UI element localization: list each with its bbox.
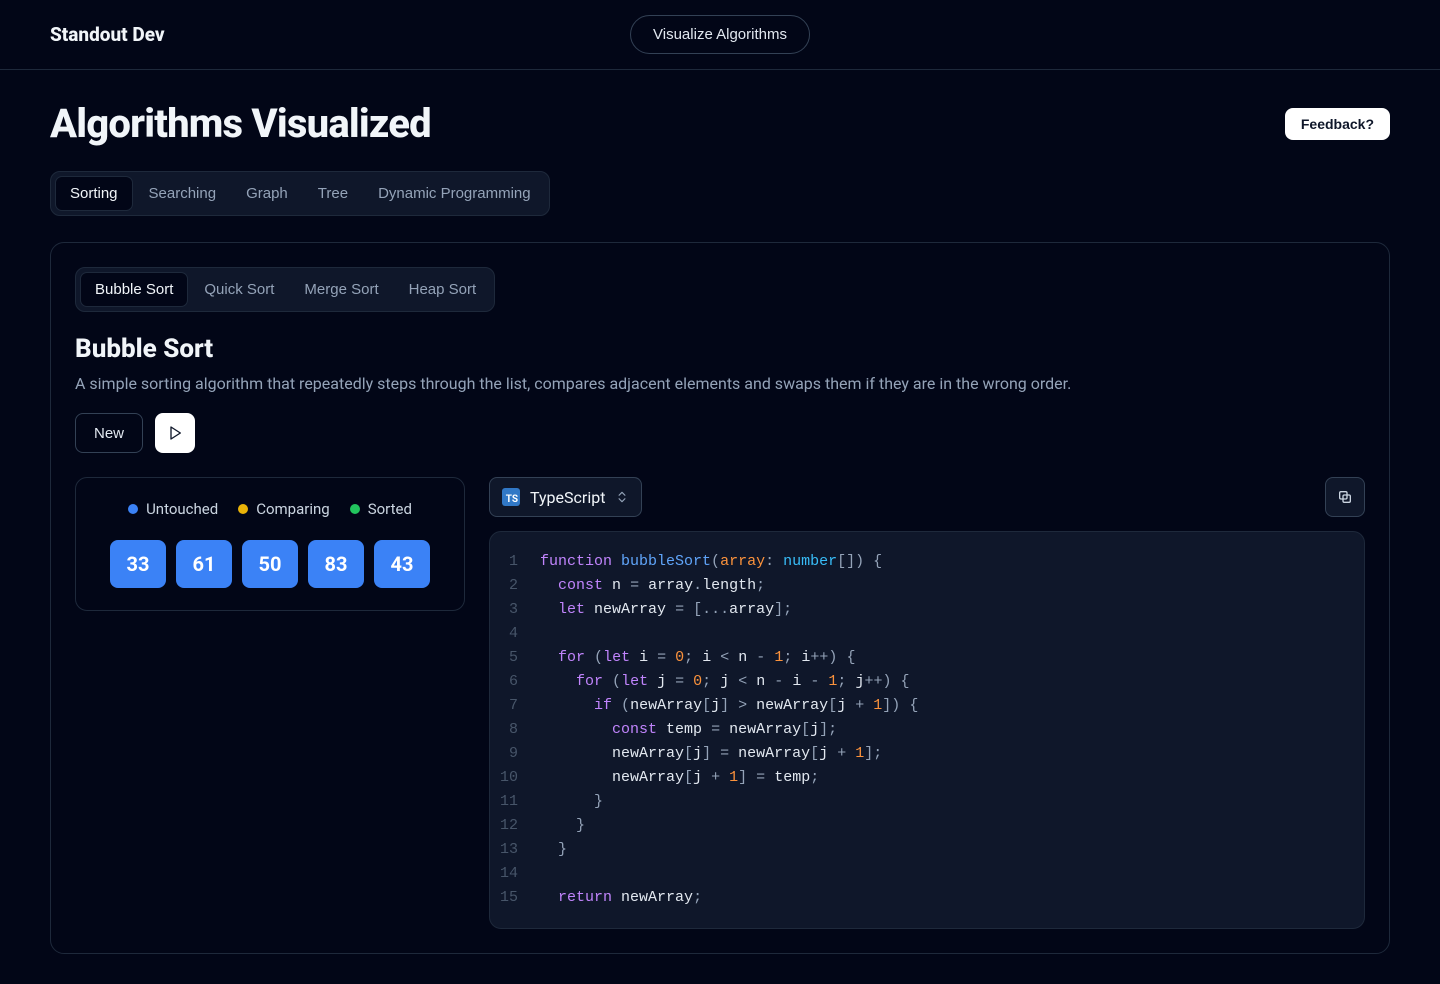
chevron-up-down-icon: [615, 490, 629, 504]
code-line: 11 }: [490, 790, 1364, 814]
tab-tree[interactable]: Tree: [304, 176, 362, 211]
code-content: const temp = newArray[j];: [540, 718, 837, 742]
tab-merge-sort[interactable]: Merge Sort: [290, 272, 392, 307]
code-line: 12 }: [490, 814, 1364, 838]
visualize-algorithms-button[interactable]: Visualize Algorithms: [630, 15, 810, 54]
tab-quick-sort[interactable]: Quick Sort: [190, 272, 288, 307]
array-cell: 83: [308, 540, 364, 588]
line-number: 3: [490, 598, 540, 622]
code-line: 2 const n = array.length;: [490, 574, 1364, 598]
line-number: 1: [490, 550, 540, 574]
code-line: 9 newArray[j] = newArray[j + 1];: [490, 742, 1364, 766]
code-line: 5 for (let i = 0; i < n - 1; i++) {: [490, 646, 1364, 670]
code-content: }: [540, 814, 585, 838]
code-content: newArray[j] = newArray[j + 1];: [540, 742, 882, 766]
line-number: 6: [490, 670, 540, 694]
dot-icon: [350, 504, 360, 514]
code-content: for (let j = 0; j < n - i - 1; j++) {: [540, 670, 910, 694]
code-content: return newArray;: [540, 886, 702, 910]
language-label: TypeScript: [530, 488, 605, 507]
legend-sorted: Sorted: [350, 500, 412, 518]
tab-bubble-sort[interactable]: Bubble Sort: [80, 272, 188, 307]
page-title: Algorithms Visualized: [50, 100, 431, 147]
line-number: 5: [490, 646, 540, 670]
code-content: }: [540, 838, 567, 862]
array-cell: 33: [110, 540, 166, 588]
line-number: 12: [490, 814, 540, 838]
code-block: 1function bubbleSort(array: number[]) {2…: [489, 531, 1365, 929]
line-number: 8: [490, 718, 540, 742]
new-button[interactable]: New: [75, 413, 143, 453]
code-line: 15 return newArray;: [490, 886, 1364, 910]
tab-heap-sort[interactable]: Heap Sort: [395, 272, 491, 307]
typescript-icon: TS: [502, 488, 520, 506]
legend-label: Comparing: [256, 500, 330, 518]
line-number: 13: [490, 838, 540, 862]
legend-comparing: Comparing: [238, 500, 330, 518]
line-number: 15: [490, 886, 540, 910]
algorithm-description: A simple sorting algorithm that repeated…: [75, 374, 1365, 393]
play-icon: [167, 425, 183, 441]
code-content: function bubbleSort(array: number[]) {: [540, 550, 882, 574]
algorithm-panel: Bubble SortQuick SortMerge SortHeap Sort…: [50, 242, 1390, 954]
code-line: 6 for (let j = 0; j < n - i - 1; j++) {: [490, 670, 1364, 694]
code-line: 14: [490, 862, 1364, 886]
array-visualization: 3361508343: [104, 540, 436, 588]
code-content: let newArray = [...array];: [540, 598, 792, 622]
legend: Untouched Comparing Sorted: [104, 500, 436, 518]
feedback-button[interactable]: Feedback?: [1285, 108, 1390, 140]
line-number: 9: [490, 742, 540, 766]
array-cell: 61: [176, 540, 232, 588]
code-content: for (let i = 0; i < n - 1; i++) {: [540, 646, 855, 670]
code-line: 7 if (newArray[j] > newArray[j + 1]) {: [490, 694, 1364, 718]
code-content: newArray[j + 1] = temp;: [540, 766, 819, 790]
play-button[interactable]: [155, 413, 195, 453]
array-cell: 43: [374, 540, 430, 588]
algorithm-tabs: Bubble SortQuick SortMerge SortHeap Sort: [75, 267, 495, 312]
legend-label: Sorted: [368, 500, 412, 518]
tab-searching[interactable]: Searching: [135, 176, 231, 211]
code-line: 4: [490, 622, 1364, 646]
code-line: 3 let newArray = [...array];: [490, 598, 1364, 622]
dot-icon: [238, 504, 248, 514]
copy-button[interactable]: [1325, 477, 1365, 517]
tab-sorting[interactable]: Sorting: [55, 176, 133, 211]
legend-untouched: Untouched: [128, 500, 218, 518]
array-cell: 50: [242, 540, 298, 588]
language-select[interactable]: TS TypeScript: [489, 477, 642, 517]
algorithm-title: Bubble Sort: [75, 334, 1365, 364]
dot-icon: [128, 504, 138, 514]
copy-icon: [1337, 489, 1353, 505]
tab-dynamic-programming[interactable]: Dynamic Programming: [364, 176, 545, 211]
line-number: 11: [490, 790, 540, 814]
line-number: 14: [490, 862, 540, 886]
line-number: 10: [490, 766, 540, 790]
code-line: 13 }: [490, 838, 1364, 862]
code-content: if (newArray[j] > newArray[j + 1]) {: [540, 694, 918, 718]
code-line: 1function bubbleSort(array: number[]) {: [490, 550, 1364, 574]
tab-graph[interactable]: Graph: [232, 176, 302, 211]
brand-logo[interactable]: Standout Dev: [50, 23, 165, 46]
code-line: 10 newArray[j + 1] = temp;: [490, 766, 1364, 790]
code-line: 8 const temp = newArray[j];: [490, 718, 1364, 742]
code-content: const n = array.length;: [540, 574, 765, 598]
line-number: 2: [490, 574, 540, 598]
legend-label: Untouched: [146, 500, 218, 518]
line-number: 4: [490, 622, 540, 646]
visualization-box: Untouched Comparing Sorted 3361508343: [75, 477, 465, 611]
code-content: }: [540, 790, 603, 814]
category-tabs: SortingSearchingGraphTreeDynamic Program…: [50, 171, 550, 216]
line-number: 7: [490, 694, 540, 718]
